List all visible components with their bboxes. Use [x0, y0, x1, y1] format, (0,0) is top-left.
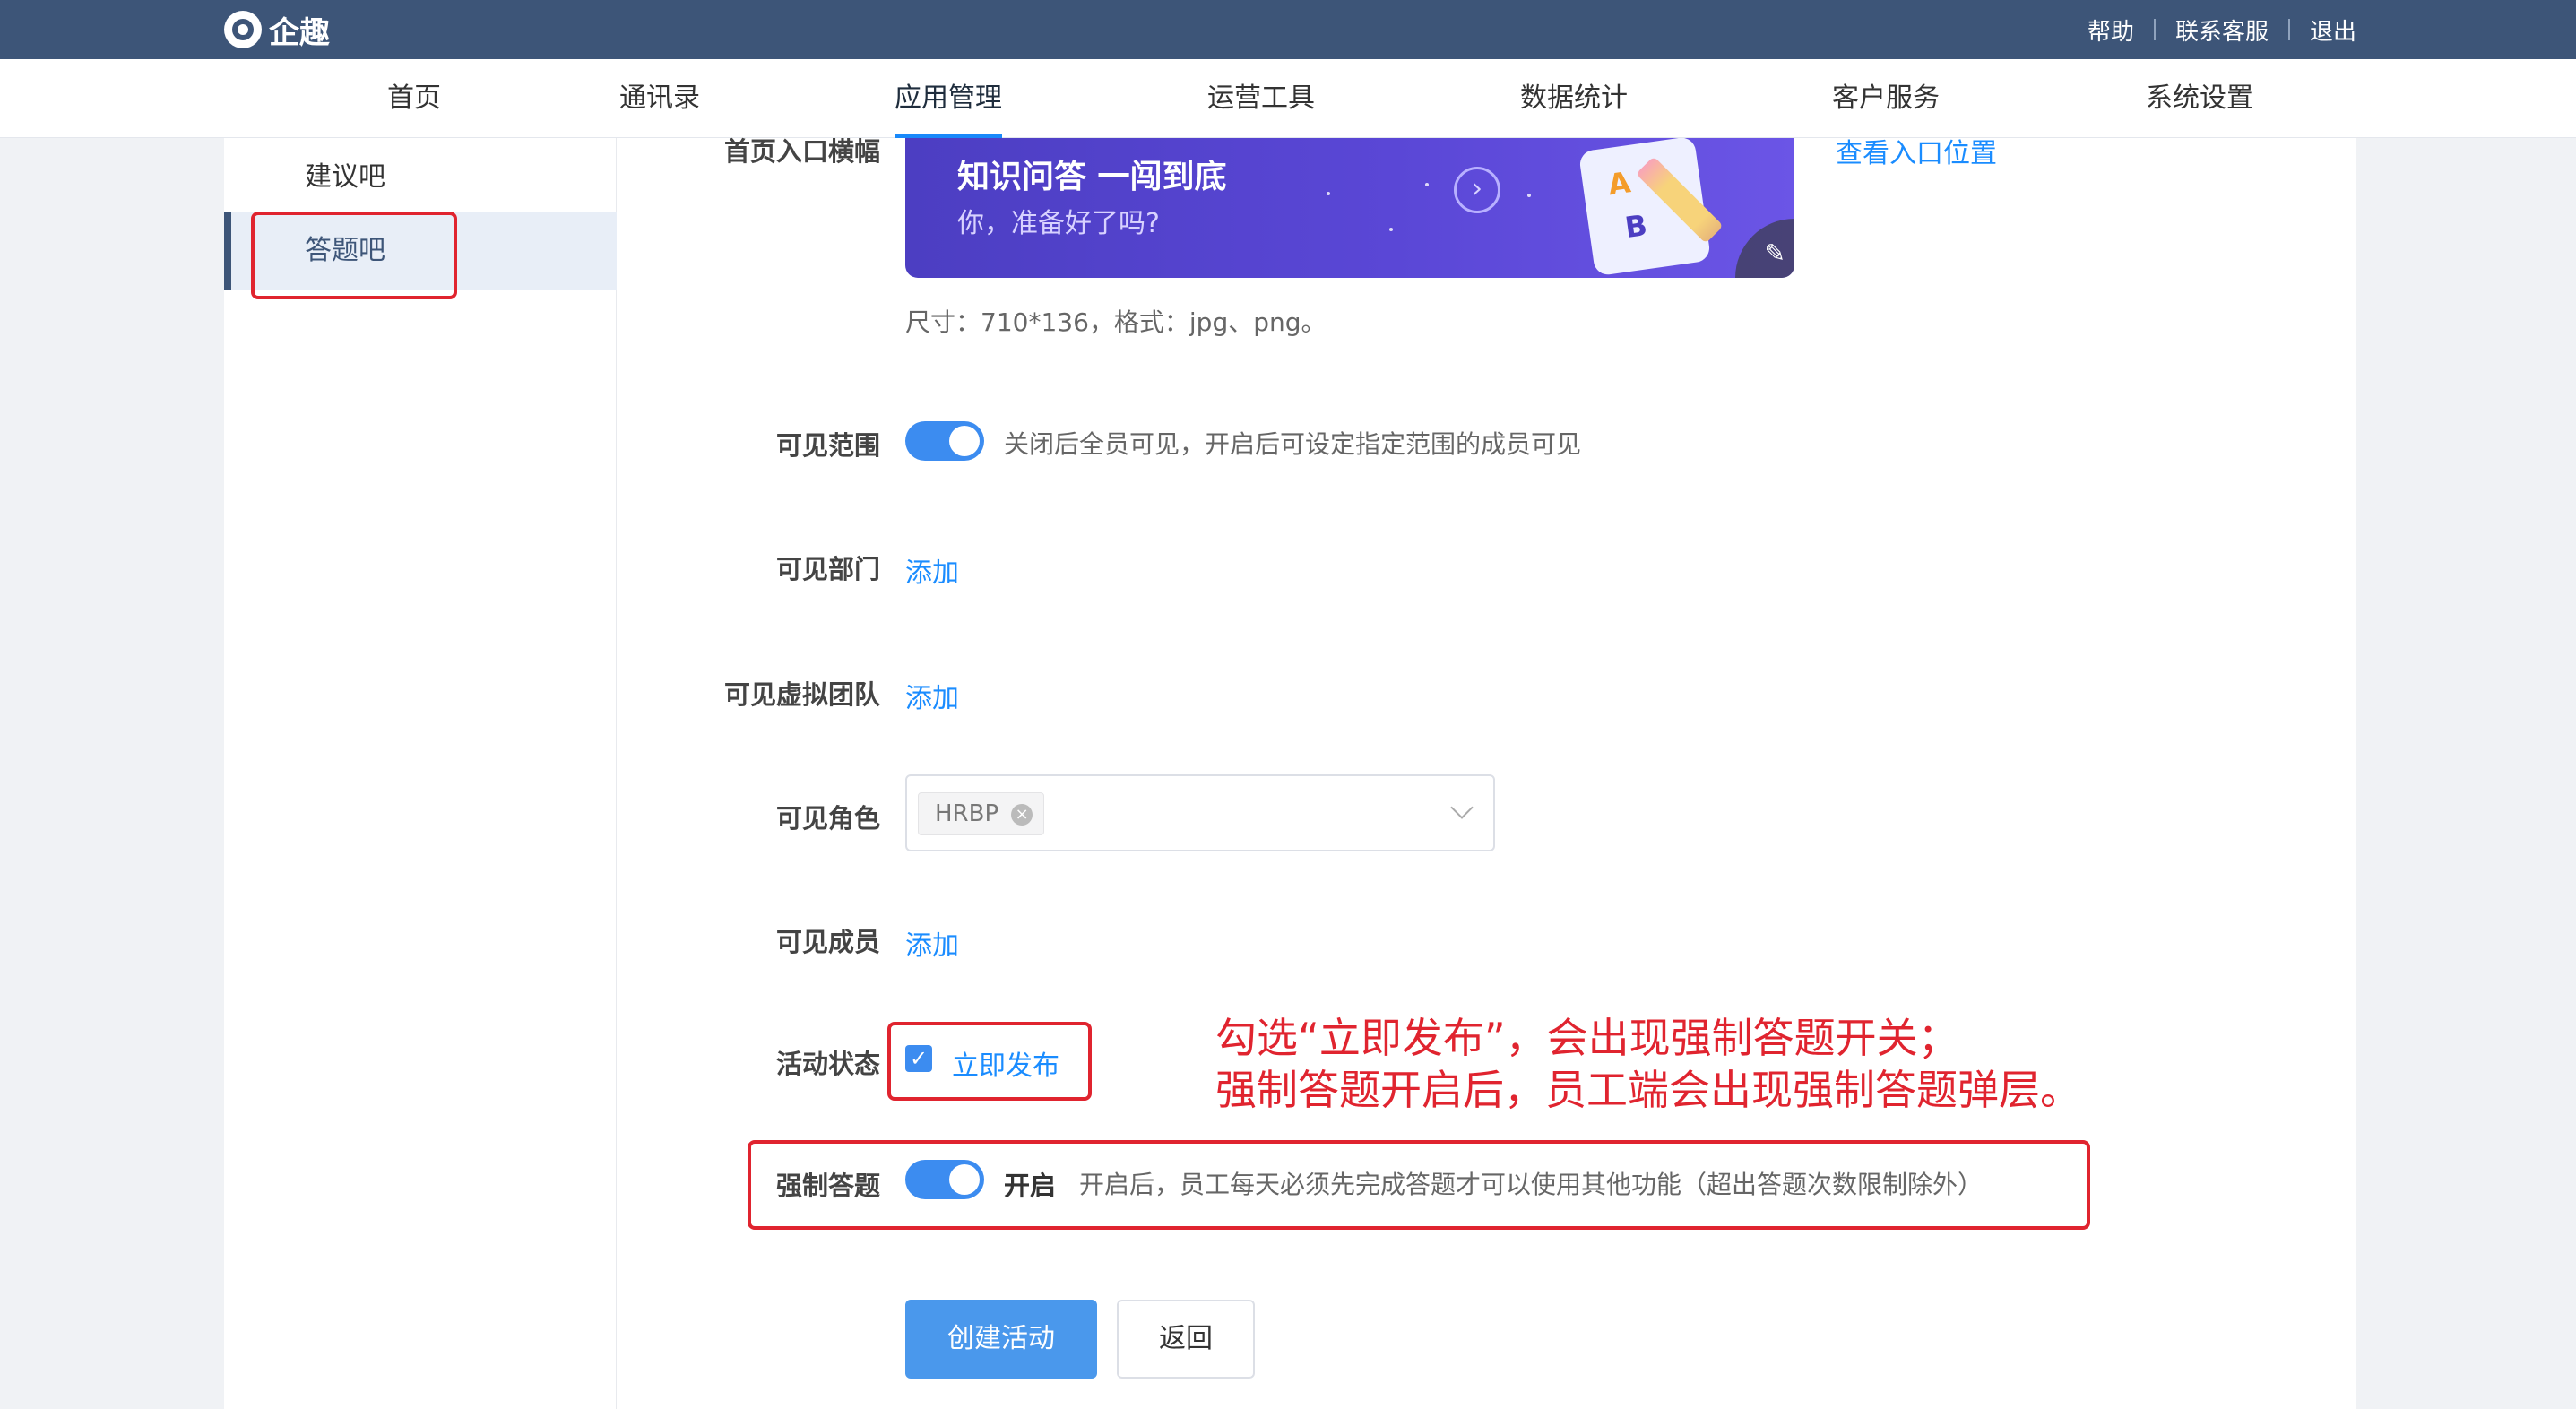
nav-item-app-management[interactable]: 应用管理: [895, 59, 1002, 138]
visible-role-label: 可见角色: [775, 803, 880, 834]
main-nav: 首页 通讯录 应用管理 运营工具 数据统计 客户服务 系统设置: [0, 59, 2576, 138]
sidebar: 建议吧 答题吧: [224, 138, 617, 1409]
highlight-box: [251, 212, 457, 299]
highlight-box: [748, 1140, 2090, 1230]
banner-size-hint: 尺寸：710*136，格式：jpg、png。: [905, 307, 1327, 337]
view-entry-position-link[interactable]: 查看入口位置: [1836, 131, 1997, 170]
edit-icon[interactable]: ✎: [1735, 219, 1794, 278]
back-button[interactable]: 返回: [1117, 1300, 1255, 1379]
contact-service-link[interactable]: 联系客服: [2175, 13, 2269, 47]
star-decoration: [1425, 183, 1429, 186]
annotation-line-2: 强制答题开启后，员工端会出现强制答题弹层。: [1215, 1066, 2081, 1114]
star-decoration: [1527, 194, 1531, 197]
nav-item-customer-service[interactable]: 客户服务: [1832, 59, 1940, 138]
nav-item-system-settings[interactable]: 系统设置: [2146, 59, 2253, 138]
help-link[interactable]: 帮助: [2088, 13, 2134, 47]
add-member-link[interactable]: 添加: [905, 923, 959, 963]
chevron-down-icon[interactable]: [1450, 796, 1474, 819]
star-decoration: [1389, 228, 1393, 231]
visible-dept-label: 可见部门: [775, 554, 880, 584]
visible-scope-hint: 关闭后全员可见，开启后可设定指定范围的成员可见: [1004, 429, 1582, 459]
annotation-line-1: 勾选“立即发布”，会出现强制答题开关；: [1215, 1014, 1959, 1062]
banner-subtitle: 你，准备好了吗?: [957, 208, 1160, 239]
banner-preview[interactable]: 知识问答 一闯到底 你，准备好了吗? › AB ✎: [905, 138, 1794, 278]
nav-item-data-stats[interactable]: 数据统计: [1520, 59, 1628, 138]
banner-label: 首页入口横幅: [723, 136, 880, 167]
divider: [2153, 19, 2156, 40]
logo-text: 企趣: [269, 14, 330, 51]
visible-member-label: 可见成员: [775, 927, 880, 957]
role-tag-text: HRBP: [935, 800, 999, 827]
add-team-link[interactable]: 添加: [905, 676, 959, 715]
close-icon[interactable]: ×: [1011, 804, 1033, 826]
visible-scope-label: 可见范围: [775, 430, 880, 461]
nav-item-contacts[interactable]: 通讯录: [619, 59, 700, 138]
banner-title: 知识问答 一闯到底: [957, 159, 1227, 195]
role-tag: HRBP ×: [918, 792, 1045, 835]
add-dept-link[interactable]: 添加: [905, 550, 959, 590]
role-select[interactable]: HRBP ×: [905, 774, 1495, 851]
nav-item-operation-tools[interactable]: 运营工具: [1207, 59, 1315, 138]
sidebar-item-suggestion[interactable]: 建议吧: [224, 138, 617, 217]
visible-scope-toggle[interactable]: [905, 421, 984, 461]
create-activity-button[interactable]: 创建活动: [905, 1300, 1097, 1379]
visible-team-label: 可见虚拟团队: [723, 679, 880, 710]
nav-item-home[interactable]: 首页: [387, 59, 441, 138]
activity-status-label: 活动状态: [775, 1049, 880, 1079]
top-links: 帮助 联系客服 退出: [2088, 0, 2356, 59]
star-decoration: [1327, 192, 1330, 195]
highlight-box: [887, 1022, 1092, 1101]
logout-link[interactable]: 退出: [2310, 13, 2356, 47]
logo[interactable]: 企趣: [224, 9, 330, 51]
top-bar: 企趣 帮助 联系客服 退出: [0, 0, 2576, 59]
chevron-right-icon: ›: [1454, 167, 1500, 213]
divider: [2287, 19, 2290, 40]
logo-icon: [224, 11, 262, 48]
